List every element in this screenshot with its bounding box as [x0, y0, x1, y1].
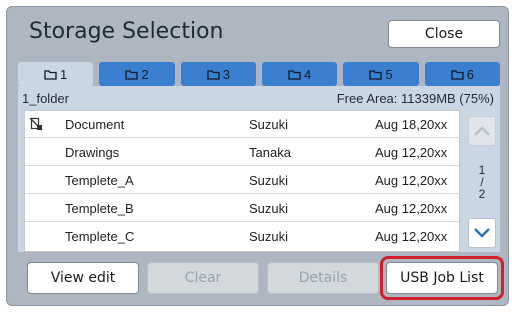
folder-info-bar: 1_folder Free Area: 11339MB (75%) — [18, 86, 500, 110]
folder-icon — [207, 69, 220, 80]
tab-folder-3[interactable]: 3 — [180, 62, 256, 86]
folder-name: 1_folder — [22, 90, 69, 106]
item-name: Templete_C — [65, 229, 135, 244]
item-date: Aug 12,20xx — [375, 229, 448, 244]
chevron-down-icon — [474, 228, 490, 238]
folder-tabs: 1 2 3 4 5 6 — [18, 62, 500, 86]
scroll-up-button[interactable] — [468, 116, 496, 146]
folder-icon — [125, 69, 139, 80]
tab-label: 4 — [304, 66, 312, 82]
tab-label: 1 — [60, 66, 68, 82]
list-item[interactable]: Document Suzuki Aug 18,20xx — [25, 111, 459, 138]
close-button[interactable]: Close — [388, 20, 500, 48]
item-name: Templete_B — [65, 201, 134, 216]
item-date: Aug 12,20xx — [375, 145, 448, 160]
item-date: Aug 18,20xx — [375, 117, 448, 132]
tab-label: 3 — [222, 66, 230, 82]
view-edit-button[interactable]: View edit — [27, 262, 139, 294]
list-item[interactable]: Drawings Tanaka Aug 12,20xx — [25, 139, 459, 166]
dialog-title: Storage Selection — [29, 19, 224, 44]
details-button[interactable]: Details — [267, 262, 379, 294]
list-item[interactable]: Templete_B Suzuki Aug 12,20xx — [25, 195, 459, 222]
item-owner: Suzuki — [249, 229, 289, 244]
usb-job-list-button[interactable]: USB Job List — [386, 262, 498, 294]
folder-icon — [288, 69, 301, 80]
item-name: Templete_A — [65, 173, 134, 188]
tab-label: 6 — [466, 66, 474, 82]
page-indicator: 1 / 2 — [468, 164, 496, 200]
item-name: Document — [65, 117, 125, 132]
tab-folder-4[interactable]: 4 — [261, 62, 338, 86]
item-name: Drawings — [65, 145, 120, 160]
tab-folder-6[interactable]: 6 — [424, 62, 500, 86]
tab-label: 2 — [141, 66, 149, 82]
tab-label: 5 — [385, 66, 393, 82]
item-date: Aug 12,20xx — [375, 173, 448, 188]
item-owner: Suzuki — [249, 117, 289, 132]
list-item[interactable]: Templete_C Suzuki Aug 12,20xx — [25, 223, 459, 250]
folder-icon — [451, 69, 464, 80]
item-owner: Suzuki — [249, 201, 289, 216]
chevron-up-icon — [474, 126, 490, 136]
item-owner: Tanaka — [249, 145, 291, 160]
clear-button[interactable]: Clear — [147, 262, 259, 294]
page-total: 2 — [478, 187, 486, 201]
locked-document-icon — [29, 117, 43, 131]
free-area: Free Area: 11339MB (75%) — [336, 90, 494, 106]
job-list: Document Suzuki Aug 18,20xx Drawings Tan… — [24, 110, 460, 252]
tab-folder-1[interactable]: 1 — [18, 62, 94, 86]
folder-icon — [369, 69, 383, 80]
item-date: Aug 12,20xx — [375, 201, 448, 216]
list-item[interactable]: Templete_A Suzuki Aug 12,20xx — [25, 167, 459, 194]
folder-panel: 1_folder Free Area: 11339MB (75%) Docume… — [18, 86, 500, 252]
folder-icon — [44, 69, 57, 80]
item-owner: Suzuki — [249, 173, 289, 188]
tab-folder-5[interactable]: 5 — [343, 62, 419, 86]
scroll-down-button[interactable] — [468, 218, 496, 248]
tab-folder-2[interactable]: 2 — [99, 62, 175, 86]
